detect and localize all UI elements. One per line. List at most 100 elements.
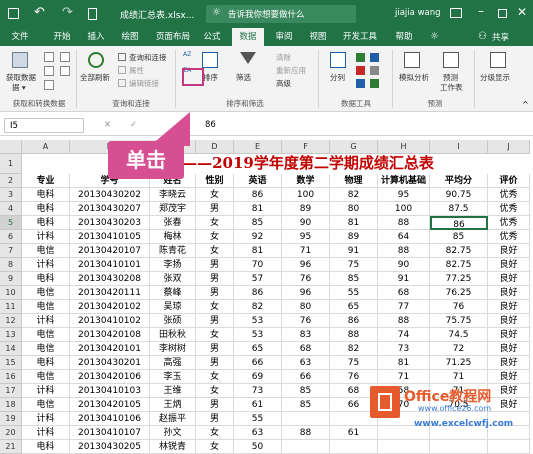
from-table-icon[interactable] <box>44 80 54 90</box>
table-cell[interactable]: 电信 <box>22 398 70 412</box>
row-header-13[interactable]: 13 <box>0 328 22 342</box>
properties-button[interactable]: 属性 <box>129 65 144 76</box>
table-cell[interactable]: 20130420111 <box>70 286 150 300</box>
header-cell[interactable]: 平均分 <box>430 174 488 188</box>
table-cell[interactable]: 20130430203 <box>70 216 150 230</box>
row-header-6[interactable]: 6 <box>0 230 22 244</box>
table-cell[interactable]: 女 <box>196 230 234 244</box>
table-cell[interactable]: 计科 <box>22 412 70 426</box>
tab-review[interactable]: 审阅 <box>270 28 298 46</box>
table-cell[interactable]: 女 <box>196 384 234 398</box>
table-cell[interactable]: 80 <box>282 300 330 314</box>
table-cell[interactable]: 100 <box>378 202 430 216</box>
table-cell[interactable]: 71 <box>430 370 488 384</box>
formula-input[interactable]: 86 <box>205 120 216 130</box>
outline-button[interactable]: 分级显示 <box>480 72 510 83</box>
table-cell[interactable]: 77 <box>378 300 430 314</box>
table-cell[interactable]: 81 <box>378 356 430 370</box>
table-cell[interactable]: 82.75 <box>430 258 488 272</box>
data-validation-icon[interactable] <box>356 79 365 88</box>
table-cell[interactable]: 良好 <box>488 370 530 384</box>
table-cell[interactable]: 男 <box>196 272 234 286</box>
table-cell[interactable]: 林锐青 <box>150 440 196 454</box>
table-cell[interactable]: 20130430207 <box>70 202 150 216</box>
consolidate-icon[interactable] <box>370 53 379 62</box>
table-cell[interactable]: 赵振平 <box>150 412 196 426</box>
table-cell[interactable]: 20130420108 <box>70 328 150 342</box>
table-cell[interactable]: 80 <box>330 202 378 216</box>
table-cell[interactable]: 85 <box>282 384 330 398</box>
column-header-h[interactable]: H <box>378 140 430 154</box>
table-cell[interactable]: 李玉 <box>150 370 196 384</box>
table-cell[interactable]: 96 <box>282 258 330 272</box>
table-cell[interactable]: 74.5 <box>430 328 488 342</box>
table-cell[interactable]: 66 <box>282 370 330 384</box>
table-cell[interactable]: 73 <box>378 342 430 356</box>
table-cell[interactable]: 田秋秋 <box>150 328 196 342</box>
table-cell[interactable]: 91 <box>378 272 430 286</box>
table-cell[interactable]: 73 <box>234 384 282 398</box>
table-cell[interactable]: 65 <box>234 342 282 356</box>
column-header-f[interactable]: F <box>282 140 330 154</box>
table-cell[interactable]: 计科 <box>22 426 70 440</box>
tab-help[interactable]: 帮助 <box>390 28 418 46</box>
table-cell[interactable]: 计科 <box>22 384 70 398</box>
table-cell[interactable]: 20130410105 <box>70 230 150 244</box>
sort-icon[interactable] <box>202 52 218 68</box>
table-cell[interactable]: 68 <box>282 342 330 356</box>
table-cell[interactable]: 电科 <box>22 188 70 202</box>
table-cell[interactable]: 82 <box>330 188 378 202</box>
select-all-corner[interactable] <box>0 140 22 154</box>
table-cell[interactable]: 李扬 <box>150 258 196 272</box>
table-cell[interactable]: 95 <box>378 188 430 202</box>
table-cell[interactable]: 76 <box>330 370 378 384</box>
table-cell[interactable]: 20130420101 <box>70 342 150 356</box>
table-cell[interactable]: 85 <box>430 230 488 244</box>
row-header-3[interactable]: 3 <box>0 188 22 202</box>
lightbulb-tab-icon[interactable]: ☼ <box>430 31 439 42</box>
search-box[interactable]: ☼ 告诉我你想要做什么 <box>206 5 356 23</box>
table-cell[interactable]: 电科 <box>22 356 70 370</box>
table-cell[interactable]: 100 <box>282 188 330 202</box>
table-cell[interactable]: 89 <box>330 230 378 244</box>
table-cell[interactable]: 55 <box>330 286 378 300</box>
tab-insert[interactable]: 插入 <box>82 28 110 46</box>
table-cell[interactable]: 孙文 <box>150 426 196 440</box>
redo-icon[interactable]: ↷ <box>62 5 73 20</box>
table-cell[interactable]: 女 <box>196 188 234 202</box>
remove-duplicates-icon[interactable] <box>356 66 365 75</box>
row-header-11[interactable]: 11 <box>0 300 22 314</box>
table-cell[interactable]: 70 <box>234 258 282 272</box>
sort-button[interactable]: 排序 <box>203 72 218 83</box>
new-file-icon[interactable] <box>88 8 97 20</box>
whatif-button[interactable]: 模拟分析 <box>399 72 429 83</box>
table-cell[interactable]: 电科 <box>22 202 70 216</box>
table-cell[interactable]: 计科 <box>22 314 70 328</box>
table-cell[interactable]: 71 <box>378 370 430 384</box>
table-cell[interactable]: 李树树 <box>150 342 196 356</box>
header-cell[interactable]: 评价 <box>488 174 530 188</box>
refresh-all-icon[interactable] <box>88 52 104 68</box>
row-header-7[interactable]: 7 <box>0 244 22 258</box>
table-cell[interactable]: 电信 <box>22 370 70 384</box>
from-text-icon[interactable] <box>44 52 54 62</box>
table-cell[interactable]: 优秀 <box>488 202 530 216</box>
table-cell[interactable]: 61 <box>330 426 378 440</box>
table-cell[interactable]: 电信 <box>22 342 70 356</box>
table-cell[interactable]: 91 <box>330 244 378 258</box>
table-cell[interactable]: 55 <box>234 412 282 426</box>
ribbon-options-icon[interactable] <box>450 8 462 18</box>
tab-draw[interactable]: 绘图 <box>116 28 144 46</box>
table-cell[interactable]: 90 <box>378 258 430 272</box>
table-cell[interactable]: 女 <box>196 244 234 258</box>
table-cell[interactable]: 81 <box>234 202 282 216</box>
tab-home[interactable]: 开始 <box>48 28 76 46</box>
row-header-17[interactable]: 17 <box>0 384 22 398</box>
row-header-18[interactable]: 18 <box>0 398 22 412</box>
table-cell[interactable]: 72 <box>430 342 488 356</box>
from-web-icon[interactable] <box>44 66 54 76</box>
table-cell[interactable]: 71.25 <box>430 356 488 370</box>
get-data-icon[interactable] <box>12 52 28 68</box>
table-cell[interactable]: 电信 <box>22 328 70 342</box>
share-button[interactable]: 共享 <box>492 31 509 43</box>
